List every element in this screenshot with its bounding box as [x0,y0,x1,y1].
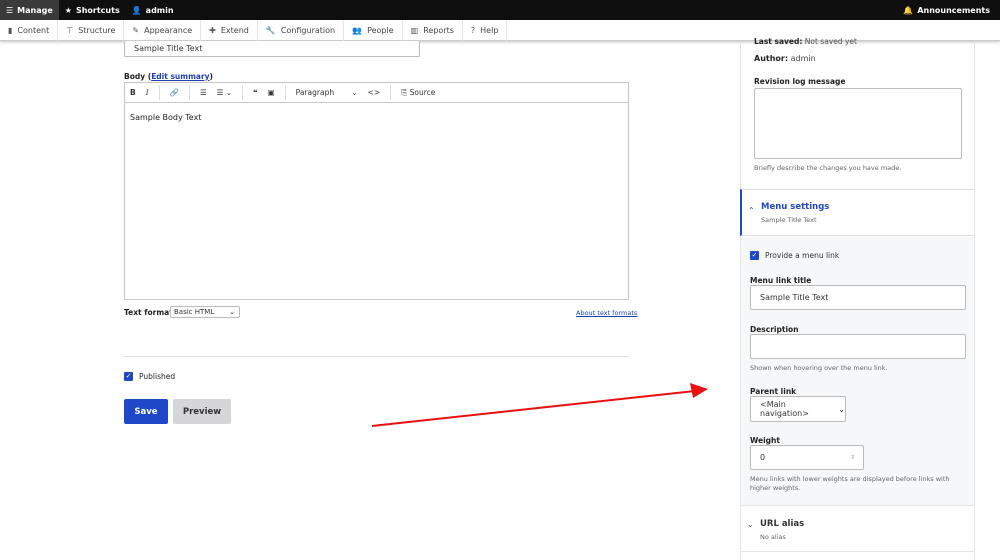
parent-link-select[interactable]: <Main navigation> ⌄ [750,396,846,422]
menu-settings-panel: ✓ Provide a menu link Menu link title Sam… [741,237,974,505]
url-alias-toggle[interactable]: ⌄ URL alias No alias [741,505,974,552]
chevron-down-icon: ⌄ [838,404,845,414]
revision-log-textarea[interactable] [754,88,962,159]
chevron-down-icon: ⌄ [747,520,754,529]
weight-input[interactable]: 0 ⇕ [750,445,864,470]
provide-menu-link-checkbox[interactable]: ✓ Provide a menu link [750,251,839,260]
menu-link-title-input[interactable]: Sample Title Text [750,285,966,310]
chevron-up-icon: ⌃ [748,206,755,215]
sidebar: Last saved: Not saved yet Author: admin … [740,37,975,560]
spinner-icon: ⇕ [849,454,855,461]
menu-settings-toggle[interactable]: ⌃ Menu settings Sample Title Text [740,189,975,236]
description-input[interactable] [750,334,966,359]
